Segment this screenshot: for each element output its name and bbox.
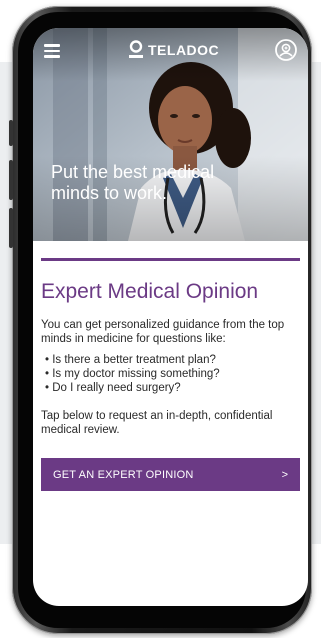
cta-label: GET AN EXPERT OPINION — [53, 468, 194, 481]
phone-side-button — [9, 208, 13, 248]
teladoc-logo-icon — [129, 40, 143, 58]
brand-name: TELADOC — [148, 42, 220, 58]
app-header: TELADOC — [33, 28, 308, 74]
phone-side-button — [9, 160, 13, 200]
hero-banner: TELADOC Put the best medical minds to wo… — [33, 28, 308, 241]
phone-side-button — [9, 120, 13, 146]
list-item: • Is my doctor missing something? — [45, 368, 220, 380]
doctor-avatar-icon[interactable] — [275, 39, 297, 61]
chevron-right-icon: > — [281, 468, 288, 481]
hamburger-menu-icon[interactable] — [44, 44, 60, 58]
question-list: • Is there a better treatment plan? • Is… — [45, 353, 220, 395]
intro-text: You can get personalized guidance from t… — [41, 319, 285, 345]
list-item: • Do I really need surgery? — [45, 382, 181, 394]
page-title: Expert Medical Opinion — [41, 280, 259, 303]
get-expert-opinion-button[interactable]: GET AN EXPERT OPINION > — [41, 458, 300, 491]
hero-headline: Put the best medical minds to work. — [51, 162, 215, 203]
list-item: • Is there a better treatment plan? — [45, 354, 216, 366]
phone-screen: TELADOC Put the best medical minds to wo… — [33, 28, 308, 606]
tap-instruction-text: Tap below to request an in-depth, confid… — [41, 410, 273, 436]
teladoc-logo: TELADOC — [129, 39, 219, 61]
section-divider — [41, 258, 300, 261]
